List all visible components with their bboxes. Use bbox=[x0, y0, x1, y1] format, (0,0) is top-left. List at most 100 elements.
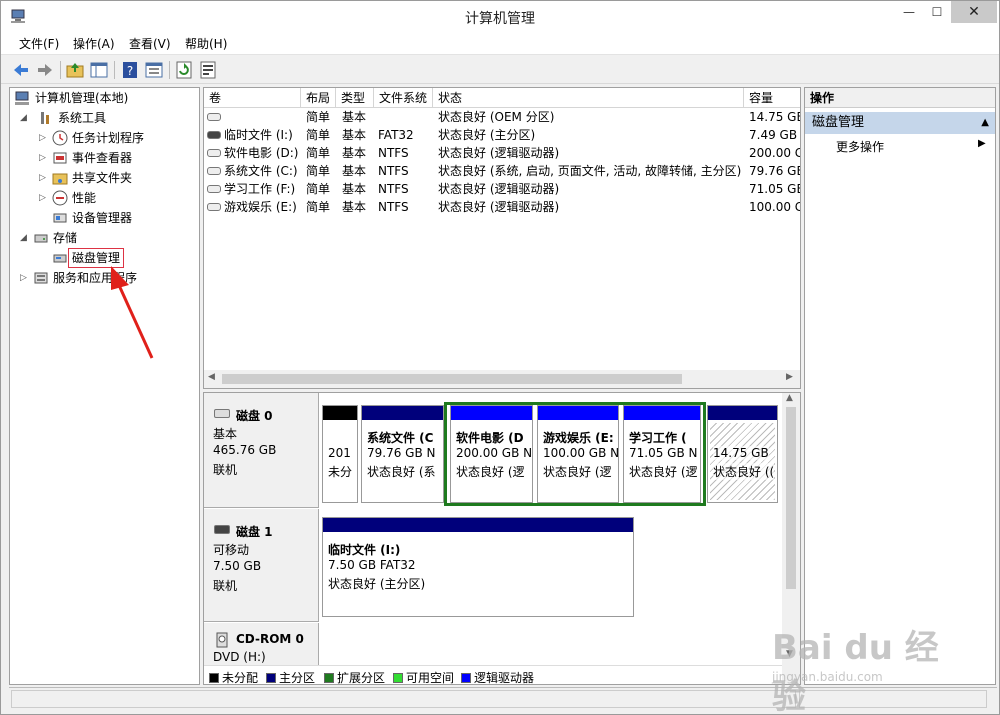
partition-line: 79.76 GB N bbox=[367, 446, 436, 460]
scroll-right-icon[interactable]: ▶ bbox=[786, 372, 793, 382]
svg-text:?: ? bbox=[127, 64, 133, 78]
menu-help[interactable]: 帮助(H) bbox=[185, 35, 227, 52]
scroll-left-icon[interactable]: ◀ bbox=[208, 372, 215, 382]
computer-management-window: 计算机管理 — ☐ ✕ 文件(F) 操作(A) 查看(V) 帮助(H) ? 计算… bbox=[0, 0, 1000, 715]
watermark-brand: Bai du 经验 bbox=[772, 628, 939, 715]
export-icon[interactable] bbox=[198, 60, 218, 80]
partition-d[interactable]: 软件电影 (D 200.00 GB N 状态良好 (逻 bbox=[450, 405, 533, 503]
watermark-url: jingyan.baidu.com bbox=[772, 670, 883, 684]
table-row[interactable]: 简单 基本 状态良好 (OEM 分区) 14.75 GB bbox=[204, 108, 800, 126]
menu-bar: 文件(F) 操作(A) 查看(V) 帮助(H) bbox=[1, 32, 999, 54]
volume-name: 游戏娱乐 (E:) bbox=[224, 200, 297, 214]
column-header-filesystem[interactable]: 文件系统 bbox=[374, 88, 433, 108]
tree-item-storage[interactable]: ◢ 存储 bbox=[20, 229, 190, 247]
toolbar-separator bbox=[114, 61, 115, 79]
column-header-layout[interactable]: 布局 bbox=[301, 88, 336, 108]
horizontal-scrollbar[interactable]: ◀ ▶ bbox=[204, 370, 800, 388]
volume-status: 状态良好 (OEM 分区) bbox=[438, 110, 555, 124]
properties-icon[interactable] bbox=[144, 60, 164, 80]
partition-i[interactable]: 临时文件 (I:) 7.50 GB FAT32 状态良好 (主分区) bbox=[322, 517, 634, 617]
table-row[interactable]: 学习工作 (F:) 简单 基本 NTFS 状态良好 (逻辑驱动器) 71.05 … bbox=[204, 180, 800, 198]
volume-layout: 简单 bbox=[306, 182, 331, 196]
disk-0-label[interactable]: 磁盘 0 基本 465.76 GB 联机 bbox=[204, 393, 319, 508]
forward-arrow-icon[interactable] bbox=[35, 60, 55, 80]
table-row[interactable]: 游戏娱乐 (E:) 简单 基本 NTFS 状态良好 (逻辑驱动器) 100.00… bbox=[204, 198, 800, 216]
tree-item-disk-management[interactable]: 磁盘管理 bbox=[48, 248, 132, 268]
collapse-up-icon[interactable]: ▲ bbox=[981, 112, 989, 134]
show-hide-tree-icon[interactable] bbox=[89, 60, 109, 80]
collapse-arrow-icon[interactable]: ◢ bbox=[20, 109, 30, 127]
column-header-status[interactable]: 状态 bbox=[433, 88, 744, 108]
tree-item-shared-folders[interactable]: ▷ 共享文件夹 bbox=[39, 169, 189, 187]
legend-item-unallocated: 未分配 bbox=[209, 669, 258, 684]
toolbar: ? bbox=[1, 54, 999, 84]
scrollbar-thumb[interactable] bbox=[786, 407, 796, 589]
volume-filesystem: FAT32 bbox=[378, 128, 414, 142]
menu-view[interactable]: 查看(V) bbox=[129, 35, 171, 52]
column-header-volume[interactable]: 卷 bbox=[204, 88, 301, 108]
partition-unallocated[interactable]: 201 未分 bbox=[322, 405, 358, 503]
scroll-up-icon[interactable]: ▲ bbox=[786, 393, 793, 403]
removable-volume-icon bbox=[207, 131, 221, 139]
oem-hatch-pattern bbox=[710, 423, 775, 500]
table-row[interactable]: 软件电影 (D:) 简单 基本 NTFS 状态良好 (逻辑驱动器) 200.00… bbox=[204, 144, 800, 162]
tree-item-performance[interactable]: ▷ 性能 bbox=[39, 189, 189, 207]
volume-layout: 简单 bbox=[306, 200, 331, 214]
back-arrow-icon[interactable] bbox=[11, 60, 31, 80]
close-button[interactable]: ✕ bbox=[951, 1, 997, 23]
table-row[interactable]: 系统文件 (C:) 简单 基本 NTFS 状态良好 (系统, 启动, 页面文件,… bbox=[204, 162, 800, 180]
volume-capacity: 79.76 GB bbox=[749, 164, 800, 178]
partition-e[interactable]: 游戏娱乐 (E: 100.00 GB N 状态良好 (逻 bbox=[537, 405, 619, 503]
volume-filesystem: NTFS bbox=[378, 164, 409, 178]
refresh-icon[interactable] bbox=[174, 60, 194, 80]
volume-layout: 简单 bbox=[306, 164, 331, 178]
disk-graphical-view: 磁盘 0 基本 465.76 GB 联机 201 未分 系统文件 (C 79.7… bbox=[203, 392, 801, 685]
tree-item-services-applications[interactable]: ▷ 服务和应用程序 bbox=[20, 269, 190, 287]
disk-legend: 未分配 主分区 扩展分区 可用空间 逻辑驱动器 bbox=[204, 665, 782, 684]
partition-line: 14.75 GB bbox=[713, 446, 769, 460]
help-icon[interactable]: ? bbox=[120, 60, 140, 80]
tree-item-system-tools[interactable]: ◢ 系统工具 bbox=[20, 109, 190, 127]
expand-arrow-icon[interactable]: ▷ bbox=[20, 269, 30, 287]
maximize-button[interactable]: ☐ bbox=[923, 1, 951, 23]
actions-group-label: 磁盘管理 bbox=[812, 115, 865, 130]
expand-arrow-icon[interactable]: ▷ bbox=[39, 169, 49, 187]
legend-item-extended: 扩展分区 bbox=[324, 669, 385, 684]
collapse-arrow-icon[interactable]: ◢ bbox=[20, 229, 30, 247]
menu-action[interactable]: 操作(A) bbox=[73, 35, 115, 52]
tree-item-computer-management[interactable]: 计算机管理(本地) bbox=[14, 89, 194, 107]
volume-type: 基本 bbox=[342, 200, 367, 214]
volume-icon bbox=[207, 167, 221, 175]
partition-f[interactable]: 学习工作 ( 71.05 GB N 状态良好 (逻 bbox=[623, 405, 701, 503]
column-header-capacity[interactable]: 容量 bbox=[744, 88, 800, 108]
volume-status: 状态良好 (逻辑驱动器) bbox=[438, 146, 560, 160]
volume-list: 卷 布局 类型 文件系统 状态 容量 简单 基本 状态良好 (OEM 分区) 1… bbox=[203, 87, 801, 389]
device-manager-icon bbox=[53, 213, 67, 223]
partition-bar bbox=[538, 406, 618, 420]
scrollbar-thumb[interactable] bbox=[222, 374, 682, 384]
volume-status: 状态良好 (系统, 启动, 页面文件, 活动, 故障转储, 主分区) bbox=[438, 164, 742, 178]
tree-label: 任务计划程序 bbox=[72, 131, 145, 145]
partition-line: 状态良好 (( bbox=[713, 463, 775, 480]
minimize-button[interactable]: — bbox=[895, 1, 923, 23]
disk-1-label[interactable]: 磁盘 1 可移动 7.50 GB 联机 bbox=[204, 509, 319, 622]
tree-item-device-manager[interactable]: 设备管理器 bbox=[52, 209, 192, 227]
tree-item-event-viewer[interactable]: ▷ 事件查看器 bbox=[39, 149, 189, 167]
volume-name: 系统文件 (C:) bbox=[224, 164, 298, 178]
folder-up-icon[interactable] bbox=[65, 60, 85, 80]
table-row[interactable]: 临时文件 (I:) 简单 基本 FAT32 状态良好 (主分区) 7.49 GB bbox=[204, 126, 800, 144]
volume-name: 学习工作 (F:) bbox=[224, 182, 296, 196]
tree-item-task-scheduler[interactable]: ▷ 任务计划程序 bbox=[39, 129, 189, 147]
partition-oem[interactable]: 14.75 GB 状态良好 (( bbox=[707, 405, 778, 503]
actions-group-disk-management[interactable]: 磁盘管理 ▲ bbox=[805, 112, 995, 134]
disk-icon bbox=[214, 409, 230, 418]
column-header-type[interactable]: 类型 bbox=[336, 88, 374, 108]
menu-file[interactable]: 文件(F) bbox=[19, 35, 59, 52]
expand-arrow-icon[interactable]: ▷ bbox=[39, 129, 49, 147]
partition-c[interactable]: 系统文件 (C 79.76 GB N 状态良好 (系 bbox=[361, 405, 444, 503]
tree-label: 事件查看器 bbox=[72, 151, 133, 165]
expand-arrow-icon[interactable]: ▷ bbox=[39, 149, 49, 167]
more-actions-item[interactable]: 更多操作 ▶ bbox=[836, 138, 986, 155]
expand-arrow-icon[interactable]: ▷ bbox=[39, 189, 49, 207]
window-title: 计算机管理 bbox=[465, 11, 535, 27]
